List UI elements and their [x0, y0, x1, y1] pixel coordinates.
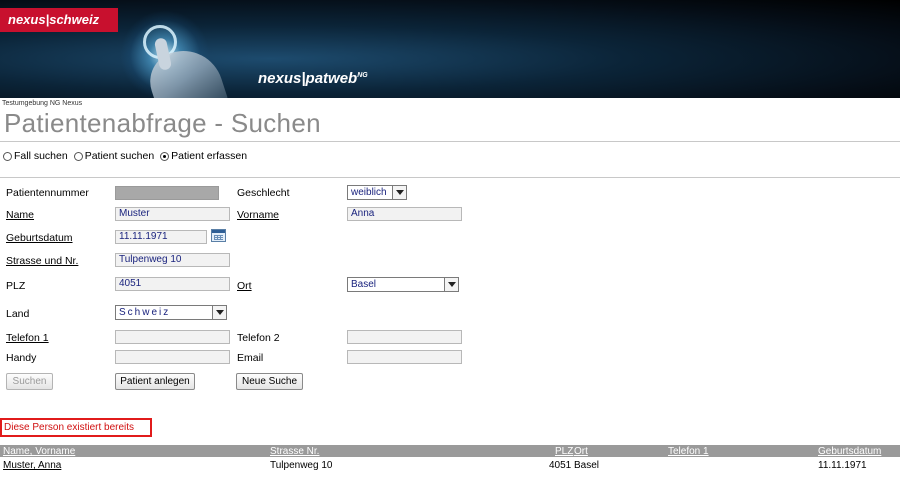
chevron-down-icon[interactable] — [392, 186, 406, 199]
product-logo: nexus|patwebNG — [258, 70, 368, 87]
result-name-link[interactable]: Muster, Anna — [3, 460, 61, 471]
label-text: PLZ — [6, 280, 26, 292]
radio-label: Patient erfassen — [171, 150, 248, 162]
vorname-input[interactable]: Anna — [347, 207, 462, 221]
label-handy: Handy — [6, 352, 37, 364]
label-ort: Ort — [237, 280, 252, 292]
search-mode-group: Fall suchen Patient suchen Patient erfas… — [3, 150, 249, 162]
label-vorname: Vorname — [237, 209, 280, 221]
label-strasse: Strasse und Nr. — [6, 255, 79, 267]
divider — [0, 141, 900, 142]
ort-select[interactable]: Basel — [347, 277, 459, 292]
result-strasse: Tulpenweg 10 — [270, 460, 333, 471]
column-header-ort[interactable]: Ort — [574, 446, 588, 457]
handy-input[interactable] — [115, 350, 230, 364]
strasse-input[interactable]: Tulpenweg 10 — [115, 253, 230, 267]
error-message: Diese Person existiert bereits — [0, 418, 152, 437]
patient-anlegen-button[interactable]: Patient anlegen — [115, 373, 195, 390]
result-ort: Basel — [574, 460, 600, 471]
radio-label: Patient suchen — [84, 150, 155, 162]
suchen-button[interactable]: Suchen — [6, 373, 53, 390]
column-header-name[interactable]: Name, Vorname — [3, 446, 75, 457]
column-header-geburtsdatum[interactable]: Geburtsdatum — [818, 446, 881, 457]
radio-label: Fall suchen — [14, 150, 68, 162]
radio-dot-selected[interactable] — [160, 151, 170, 161]
label-telefon1: Telefon 1 — [6, 332, 49, 344]
result-geburtsdatum: 11.11.1971 — [818, 460, 867, 471]
label-geschlecht: Geschlecht — [237, 187, 290, 199]
nexus-schweiz-logo: nexus|schweiz — [0, 8, 118, 32]
geschlecht-value: weiblich — [351, 187, 387, 198]
patientennummer-input[interactable] — [115, 186, 219, 200]
radio-patient-erfassen[interactable]: Patient erfassen — [160, 150, 247, 162]
results-table-header — [0, 445, 900, 457]
email-input[interactable] — [347, 350, 462, 364]
column-header-telefon1[interactable]: Telefon 1 — [668, 446, 709, 457]
label-text: Patientennummer — [6, 187, 89, 199]
header-banner: nexus|schweiz nexus|patwebNG — [0, 0, 900, 98]
land-value: Schweiz — [119, 307, 171, 318]
geschlecht-select[interactable]: weiblich — [347, 185, 407, 200]
label-name: Name — [6, 209, 35, 221]
label-telefon2: Telefon 2 — [237, 332, 280, 344]
geburtsdatum-input[interactable]: 11.11.1971 — [115, 230, 207, 244]
column-header-strasse[interactable]: Strasse Nr. — [270, 446, 319, 457]
divider — [0, 177, 900, 178]
result-plz: 4051 — [549, 460, 572, 471]
product-name: nexus|patweb — [258, 70, 358, 87]
ort-value: Basel — [351, 279, 377, 290]
radio-dot[interactable] — [3, 151, 12, 161]
radio-fall-suchen[interactable]: Fall suchen — [3, 150, 68, 162]
label-plz: PLZ — [6, 280, 25, 292]
environment-label: Testumgebung NG Nexus — [2, 100, 83, 107]
telefon2-input[interactable] — [347, 330, 462, 344]
plz-input[interactable]: 4051 — [115, 277, 230, 291]
page-title: Patientenabfrage - Suchen — [4, 108, 321, 138]
name-input[interactable]: Muster — [115, 207, 230, 221]
telefon1-input[interactable] — [115, 330, 230, 344]
neue-suche-button[interactable]: Neue Suche — [236, 373, 303, 390]
chevron-down-icon[interactable] — [212, 306, 226, 319]
label-email: Email — [237, 352, 264, 364]
label-geburtsdatum: Geburtsdatum — [6, 232, 73, 244]
chevron-down-icon[interactable] — [444, 278, 458, 291]
radio-patient-suchen[interactable]: Patient suchen — [73, 150, 155, 162]
radio-dot[interactable] — [73, 151, 83, 161]
column-header-plz[interactable]: PLZ — [555, 446, 573, 457]
label-land: Land — [6, 308, 30, 320]
product-sup: NG — [357, 72, 368, 79]
label-patientennummer: Patientennummer — [6, 187, 89, 199]
land-select[interactable]: Schweiz — [115, 305, 227, 320]
calendar-icon[interactable] — [211, 229, 226, 242]
